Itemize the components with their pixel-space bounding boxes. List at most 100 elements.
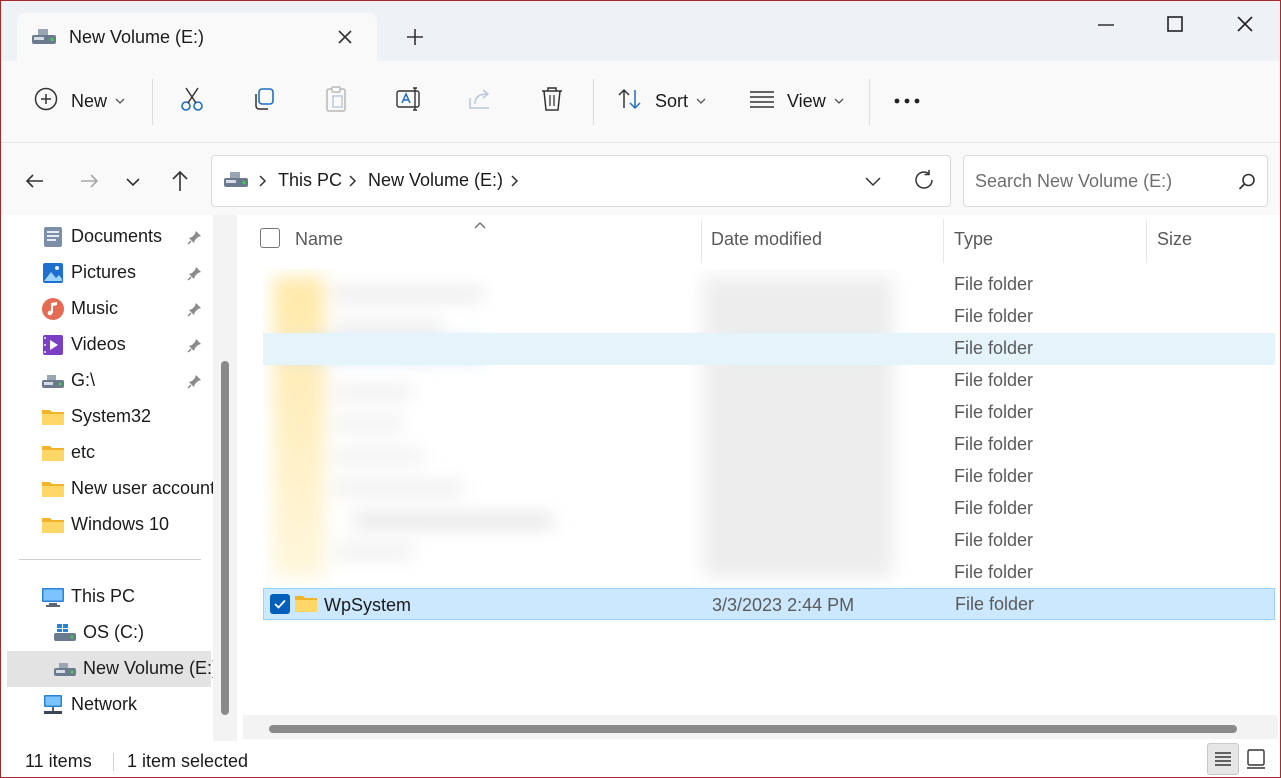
sort-button-label: Sort bbox=[655, 90, 689, 111]
table-row[interactable]: File folder bbox=[263, 461, 1275, 493]
breadcrumb-chevron-icon[interactable] bbox=[258, 174, 268, 193]
breadcrumb-new-volume[interactable]: New Volume (E:) bbox=[368, 170, 503, 191]
address-bar[interactable]: This PC New Volume (E:) bbox=[211, 155, 951, 207]
status-divider bbox=[113, 753, 114, 771]
sidebar-item-network[interactable]: Network bbox=[1, 687, 211, 723]
sidebar-item-windows-10[interactable]: Windows 10 bbox=[1, 507, 211, 543]
sidebar-scrollbar-thumb[interactable] bbox=[221, 361, 229, 715]
more-options-button[interactable] bbox=[893, 81, 921, 121]
file-type: File folder bbox=[955, 594, 1035, 614]
breadcrumb-chevron-icon[interactable] bbox=[510, 174, 520, 193]
sidebar-item-g-drive[interactable]: G:\ bbox=[1, 363, 211, 399]
column-header-type[interactable]: Type bbox=[954, 229, 993, 250]
minimize-icon[interactable] bbox=[1086, 11, 1126, 39]
sidebar-item-etc[interactable]: etc bbox=[1, 435, 211, 471]
sidebar-item-os-c[interactable]: OS (C:) bbox=[1, 615, 211, 651]
network-icon bbox=[41, 693, 65, 717]
table-row[interactable]: File folder bbox=[263, 493, 1275, 525]
sidebar-item-documents[interactable]: Documents bbox=[1, 219, 211, 255]
sidebar-item-label: Videos bbox=[71, 334, 126, 354]
up-arrow-icon[interactable] bbox=[166, 167, 194, 195]
chevron-down-icon bbox=[696, 92, 706, 110]
table-row[interactable]: File folder bbox=[263, 397, 1275, 429]
view-button[interactable]: View bbox=[749, 81, 844, 121]
paste-icon bbox=[323, 85, 349, 118]
maximize-icon[interactable] bbox=[1155, 11, 1195, 39]
copy-icon bbox=[251, 86, 277, 117]
sidebar-item-label: G:\ bbox=[71, 370, 96, 390]
cut-button[interactable] bbox=[179, 81, 205, 121]
address-history-chevron-icon[interactable] bbox=[862, 170, 884, 197]
sidebar-item-pictures[interactable]: Pictures bbox=[1, 255, 211, 291]
sidebar-scrollbar[interactable] bbox=[213, 215, 237, 741]
sidebar-item-this-pc[interactable]: This PC bbox=[1, 579, 211, 615]
forward-arrow-icon[interactable] bbox=[75, 167, 103, 195]
close-tab-icon[interactable] bbox=[333, 25, 357, 49]
pictures-icon bbox=[41, 261, 65, 285]
copy-button[interactable] bbox=[251, 81, 277, 121]
pin-icon[interactable] bbox=[187, 301, 203, 322]
table-row[interactable]: File folder bbox=[263, 269, 1275, 301]
table-row[interactable]: File folder bbox=[263, 525, 1275, 557]
pin-icon[interactable] bbox=[187, 265, 203, 286]
column-header-size[interactable]: Size bbox=[1157, 229, 1192, 250]
plus-circle-icon bbox=[33, 86, 59, 117]
column-divider[interactable] bbox=[701, 219, 702, 263]
new-button[interactable]: New bbox=[33, 81, 125, 121]
share-button[interactable] bbox=[467, 81, 495, 121]
folder-icon bbox=[41, 441, 65, 465]
close-window-icon[interactable] bbox=[1225, 11, 1265, 39]
table-row[interactable]: File folder bbox=[263, 333, 1275, 365]
breadcrumb-this-pc[interactable]: This PC bbox=[278, 170, 342, 191]
refresh-icon[interactable] bbox=[912, 168, 936, 197]
paste-button[interactable] bbox=[323, 81, 349, 121]
sidebar-item-system32[interactable]: System32 bbox=[1, 399, 211, 435]
breadcrumb-chevron-icon[interactable] bbox=[348, 174, 358, 193]
item-count: 11 items bbox=[25, 751, 92, 771]
tab-new-volume[interactable]: New Volume (E:) bbox=[17, 13, 377, 61]
file-name[interactable]: WpSystem bbox=[324, 595, 411, 616]
select-all-checkbox[interactable] bbox=[260, 228, 280, 248]
details-view-icon[interactable] bbox=[1207, 743, 1239, 775]
recent-locations-chevron-icon[interactable] bbox=[119, 167, 147, 195]
toolbar-divider bbox=[593, 79, 594, 125]
column-header-date-modified[interactable]: Date modified bbox=[711, 229, 822, 250]
table-row[interactable]: File folder bbox=[263, 429, 1275, 461]
sidebar-item-new-user-account[interactable]: New user account bbox=[1, 471, 215, 507]
new-tab-icon[interactable] bbox=[403, 25, 427, 49]
table-row[interactable]: File folder bbox=[263, 301, 1275, 333]
windows-drive-icon bbox=[53, 621, 77, 645]
pin-icon[interactable] bbox=[187, 229, 203, 250]
toolbar-divider bbox=[869, 79, 870, 125]
large-icons-view-icon[interactable] bbox=[1241, 743, 1273, 775]
folder-icon bbox=[294, 593, 318, 620]
pin-icon[interactable] bbox=[187, 337, 203, 358]
sidebar-item-label: Pictures bbox=[71, 262, 137, 282]
sort-button[interactable]: Sort bbox=[617, 81, 706, 121]
folder-icon bbox=[41, 405, 65, 429]
sidebar-item-label: Music bbox=[71, 298, 119, 318]
column-divider[interactable] bbox=[943, 219, 944, 263]
sidebar-item-videos[interactable]: Videos bbox=[1, 327, 211, 363]
column-divider[interactable] bbox=[1146, 219, 1147, 263]
view-button-label: View bbox=[787, 90, 826, 111]
delete-button[interactable] bbox=[539, 81, 565, 121]
table-row-wpsystem[interactable]: WpSystem 3/3/2023 2:44 PM File folder bbox=[263, 588, 1275, 620]
rename-icon bbox=[395, 85, 423, 118]
sidebar-item-label: New user account bbox=[71, 478, 216, 498]
sidebar-divider bbox=[19, 559, 201, 560]
back-arrow-icon[interactable] bbox=[21, 167, 49, 195]
sidebar-item-music[interactable]: Music bbox=[1, 291, 211, 327]
pin-icon[interactable] bbox=[187, 373, 203, 394]
table-row[interactable]: File folder bbox=[263, 557, 1275, 589]
table-row[interactable]: File folder bbox=[263, 365, 1275, 397]
sidebar-item-new-volume-e[interactable]: New Volume (E:) bbox=[7, 651, 218, 687]
column-header-name[interactable]: Name bbox=[295, 229, 343, 250]
navigation-row: This PC New Volume (E:) Search New Volum… bbox=[1, 143, 1280, 215]
search-input[interactable]: Search New Volume (E:) bbox=[963, 155, 1268, 207]
rename-button[interactable] bbox=[395, 81, 423, 121]
horizontal-scrollbar[interactable] bbox=[243, 715, 1278, 739]
horizontal-scrollbar-thumb[interactable] bbox=[269, 725, 1237, 733]
search-icon[interactable] bbox=[1237, 172, 1257, 197]
row-checkbox[interactable] bbox=[270, 594, 290, 614]
